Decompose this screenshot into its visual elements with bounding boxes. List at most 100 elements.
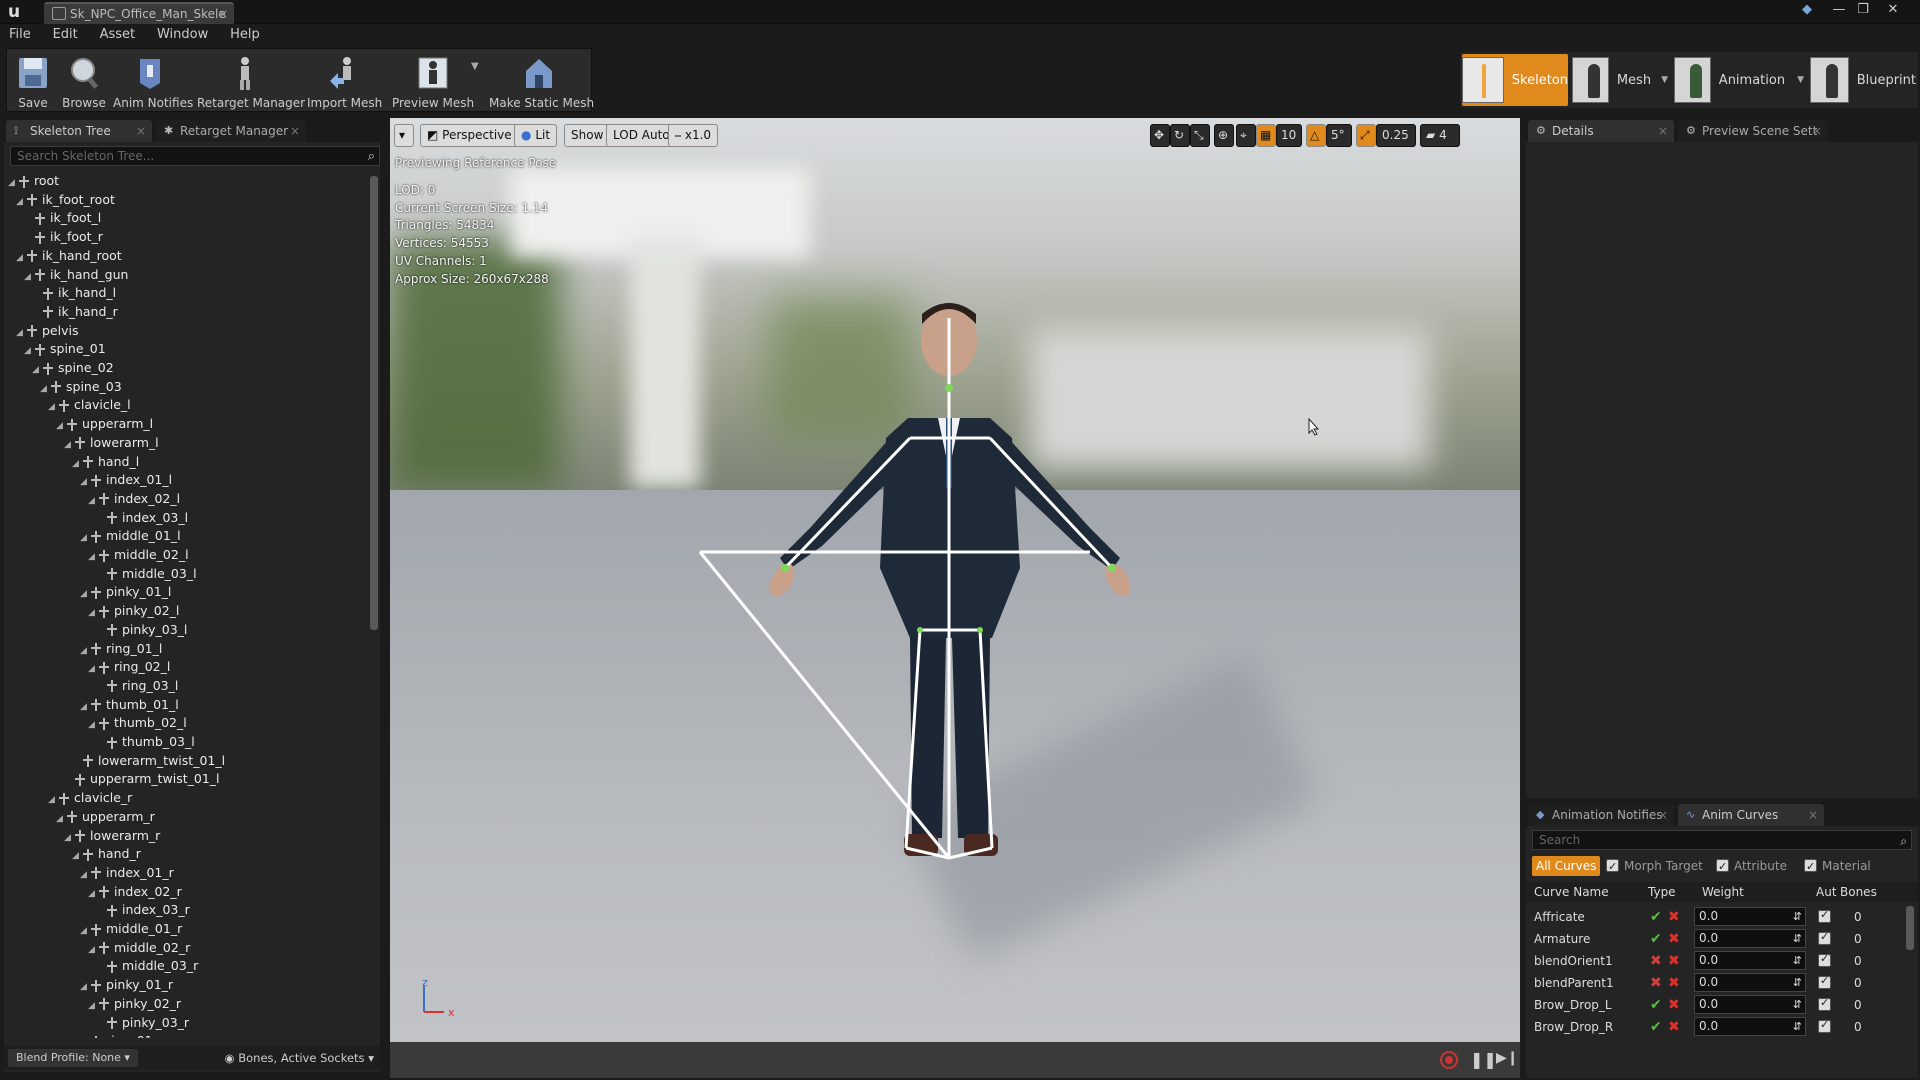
morph-target-check-icon[interactable]: ✔ — [1650, 910, 1664, 924]
auto-checkbox[interactable] — [1818, 974, 1831, 989]
bone-row[interactable]: ◢ lowerarm_l — [64, 434, 159, 453]
morph-target-check-icon[interactable]: ✔ — [1650, 998, 1664, 1012]
bone-row[interactable]: ◢ root — [8, 172, 59, 191]
surface-snap-icon[interactable]: ⌖ — [1236, 124, 1256, 147]
bone-row[interactable]: ik_foot_l — [24, 209, 101, 228]
import-mesh-button[interactable]: Import Mesh — [307, 51, 382, 111]
material-off-icon[interactable]: ✖ — [1668, 910, 1682, 924]
mode-skeleton-button[interactable]: Skeleton — [1462, 54, 1568, 106]
tab-animation-notifies[interactable]: ◆ Animation Notifies × — [1528, 804, 1674, 826]
lit-button[interactable]: ● Lit — [514, 124, 558, 147]
bone-row[interactable]: middle_03_l — [96, 565, 197, 584]
header-weight[interactable]: Weight — [1702, 882, 1744, 902]
filter-morph-target[interactable]: Morph Target — [1606, 856, 1703, 877]
bone-row[interactable]: thumb_03_l — [96, 733, 195, 752]
bone-row[interactable]: ◢ pelvis — [16, 322, 78, 341]
camera-speed-button[interactable]: ▰ 4 — [1420, 124, 1460, 147]
document-tab[interactable]: Sk_NPC_Office_Man_Skele × — [44, 2, 234, 24]
playback-speed-button[interactable]: ⎯ x1.0 — [668, 124, 719, 147]
bone-row[interactable]: ◢ pinky_01_r — [80, 976, 173, 995]
bone-row[interactable]: ◢ thumb_02_l — [88, 714, 187, 733]
bone-row[interactable]: ◢ middle_02_l — [88, 546, 189, 565]
menu-help[interactable]: Help — [221, 24, 269, 46]
close-tab-icon[interactable]: × — [136, 120, 146, 142]
bone-row[interactable]: ◢ spine_03 — [40, 378, 122, 397]
auto-checkbox[interactable] — [1818, 996, 1831, 1011]
filter-material[interactable]: Material — [1804, 856, 1871, 877]
bone-row[interactable]: ◢ clavicle_l — [48, 396, 131, 415]
bone-row[interactable]: ◢ ring_01_l — [80, 640, 162, 659]
rotation-snap-value[interactable]: 5° — [1326, 124, 1352, 147]
bone-row[interactable]: ik_foot_r — [24, 228, 103, 247]
bone-row[interactable]: ◢ ik_hand_root — [16, 247, 122, 266]
scale-snap-icon[interactable]: ⤢ — [1356, 124, 1376, 147]
bone-row[interactable]: ◢ ik_hand_gun — [24, 266, 128, 285]
bone-row[interactable]: ◢ ring_02_l — [88, 658, 170, 677]
tab-anim-curves[interactable]: ∿ Anim Curves × — [1678, 804, 1824, 826]
bone-row[interactable]: ◢ hand_l — [72, 453, 139, 472]
bone-row[interactable]: ◢ pinky_02_r — [88, 995, 181, 1014]
auto-checkbox[interactable] — [1818, 930, 1831, 945]
bone-row[interactable]: ◢ middle_01_r — [80, 920, 182, 939]
record-button[interactable] — [1440, 1051, 1458, 1069]
auto-checkbox[interactable] — [1818, 908, 1831, 923]
morph-target-off-icon[interactable]: ✖ — [1650, 976, 1664, 990]
header-type[interactable]: Type — [1648, 882, 1676, 902]
morph-target-check-icon[interactable]: ✔ — [1650, 1020, 1664, 1034]
perspective-button[interactable]: ◩ Perspective — [420, 124, 519, 147]
weight-input[interactable]: 0.0 ⇵ — [1694, 973, 1806, 992]
blend-profile-dropdown[interactable]: Blend Profile: None ▾ — [8, 1049, 138, 1067]
close-window-button[interactable]: ✕ — [1882, 1, 1904, 19]
browse-button[interactable]: Browse — [59, 51, 109, 111]
material-off-icon[interactable]: ✖ — [1668, 932, 1682, 946]
step-forward-button[interactable]: ▶❙ — [1496, 1050, 1519, 1066]
curves-scrollbar[interactable] — [1906, 906, 1914, 950]
auto-checkbox[interactable] — [1818, 952, 1831, 967]
bone-row[interactable]: ◢ upperarm_r — [56, 808, 155, 827]
preview-mesh-button[interactable]: Preview Mesh — [391, 51, 475, 111]
grid-snap-icon[interactable]: ▦ — [1256, 124, 1276, 147]
bone-row[interactable]: ◢ spine_01 — [24, 340, 106, 359]
bone-row[interactable]: ◢ middle_02_r — [88, 939, 190, 958]
tab-retarget-manager[interactable]: ✱ Retarget Manager × — [156, 120, 306, 142]
close-tab-icon[interactable]: × — [1812, 120, 1822, 142]
maximize-button[interactable]: ❐ — [1852, 1, 1874, 19]
tab-preview-scene-settings[interactable]: ⚙ Preview Scene Sett × — [1678, 120, 1828, 142]
bone-row[interactable]: ◢ index_01_l — [80, 471, 172, 490]
save-button[interactable]: Save — [9, 51, 57, 111]
mode-mesh-button[interactable]: Mesh ▼ — [1572, 54, 1668, 106]
bone-row[interactable]: ring_01_r — [80, 1032, 164, 1038]
close-tab-icon[interactable]: × — [218, 4, 228, 24]
close-tab-icon[interactable]: × — [1658, 804, 1668, 826]
weight-input[interactable]: 0.0 ⇵ — [1694, 929, 1806, 948]
bone-row[interactable]: ik_hand_l — [32, 284, 116, 303]
preview-viewport[interactable]: ▾ ◩ Perspective ● Lit Show LOD Auto ⎯ x1… — [390, 118, 1520, 1078]
scale-snap-value[interactable]: 0.25 — [1376, 124, 1416, 147]
bone-row[interactable]: upperarm_twist_01_l — [64, 770, 220, 789]
show-button[interactable]: Show — [564, 124, 611, 147]
bone-row[interactable]: ◢ thumb_01_l — [80, 696, 179, 715]
scale-tool-icon[interactable]: ⤡ — [1190, 124, 1210, 147]
auto-checkbox[interactable] — [1818, 1018, 1831, 1033]
tab-details[interactable]: ⚙ Details × — [1528, 120, 1674, 142]
close-tab-icon[interactable]: × — [1808, 804, 1818, 826]
morph-target-check-icon[interactable]: ✔ — [1650, 932, 1664, 946]
anim-notifies-button[interactable]: Anim Notifies — [113, 51, 193, 111]
grid-snap-value[interactable]: 10 — [1276, 124, 1302, 147]
menu-file[interactable]: File — [0, 24, 40, 46]
viewport-options-button[interactable]: ▾ — [394, 124, 414, 147]
bones-filter-dropdown[interactable]: ◉ Bones, Active Sockets ▾ — [225, 1049, 374, 1067]
weight-input[interactable]: 0.0 ⇵ — [1694, 951, 1806, 970]
animation-dropdown-icon[interactable]: ▼ — [1797, 75, 1804, 85]
material-off-icon[interactable]: ✖ — [1668, 954, 1682, 968]
material-off-icon[interactable]: ✖ — [1668, 1020, 1682, 1034]
bone-row[interactable]: ◢ middle_01_l — [80, 527, 181, 546]
header-curve-name[interactable]: Curve Name — [1534, 882, 1609, 902]
curve-search-input[interactable]: Search ⌕ — [1532, 830, 1912, 850]
bone-row[interactable]: ◢ ik_foot_root — [16, 191, 115, 210]
close-tab-icon[interactable]: × — [290, 120, 300, 142]
material-off-icon[interactable]: ✖ — [1668, 976, 1682, 990]
rotate-tool-icon[interactable]: ↻ — [1170, 124, 1190, 147]
bone-row[interactable]: ik_hand_r — [32, 303, 118, 322]
weight-input[interactable]: 0.0 ⇵ — [1694, 995, 1806, 1014]
